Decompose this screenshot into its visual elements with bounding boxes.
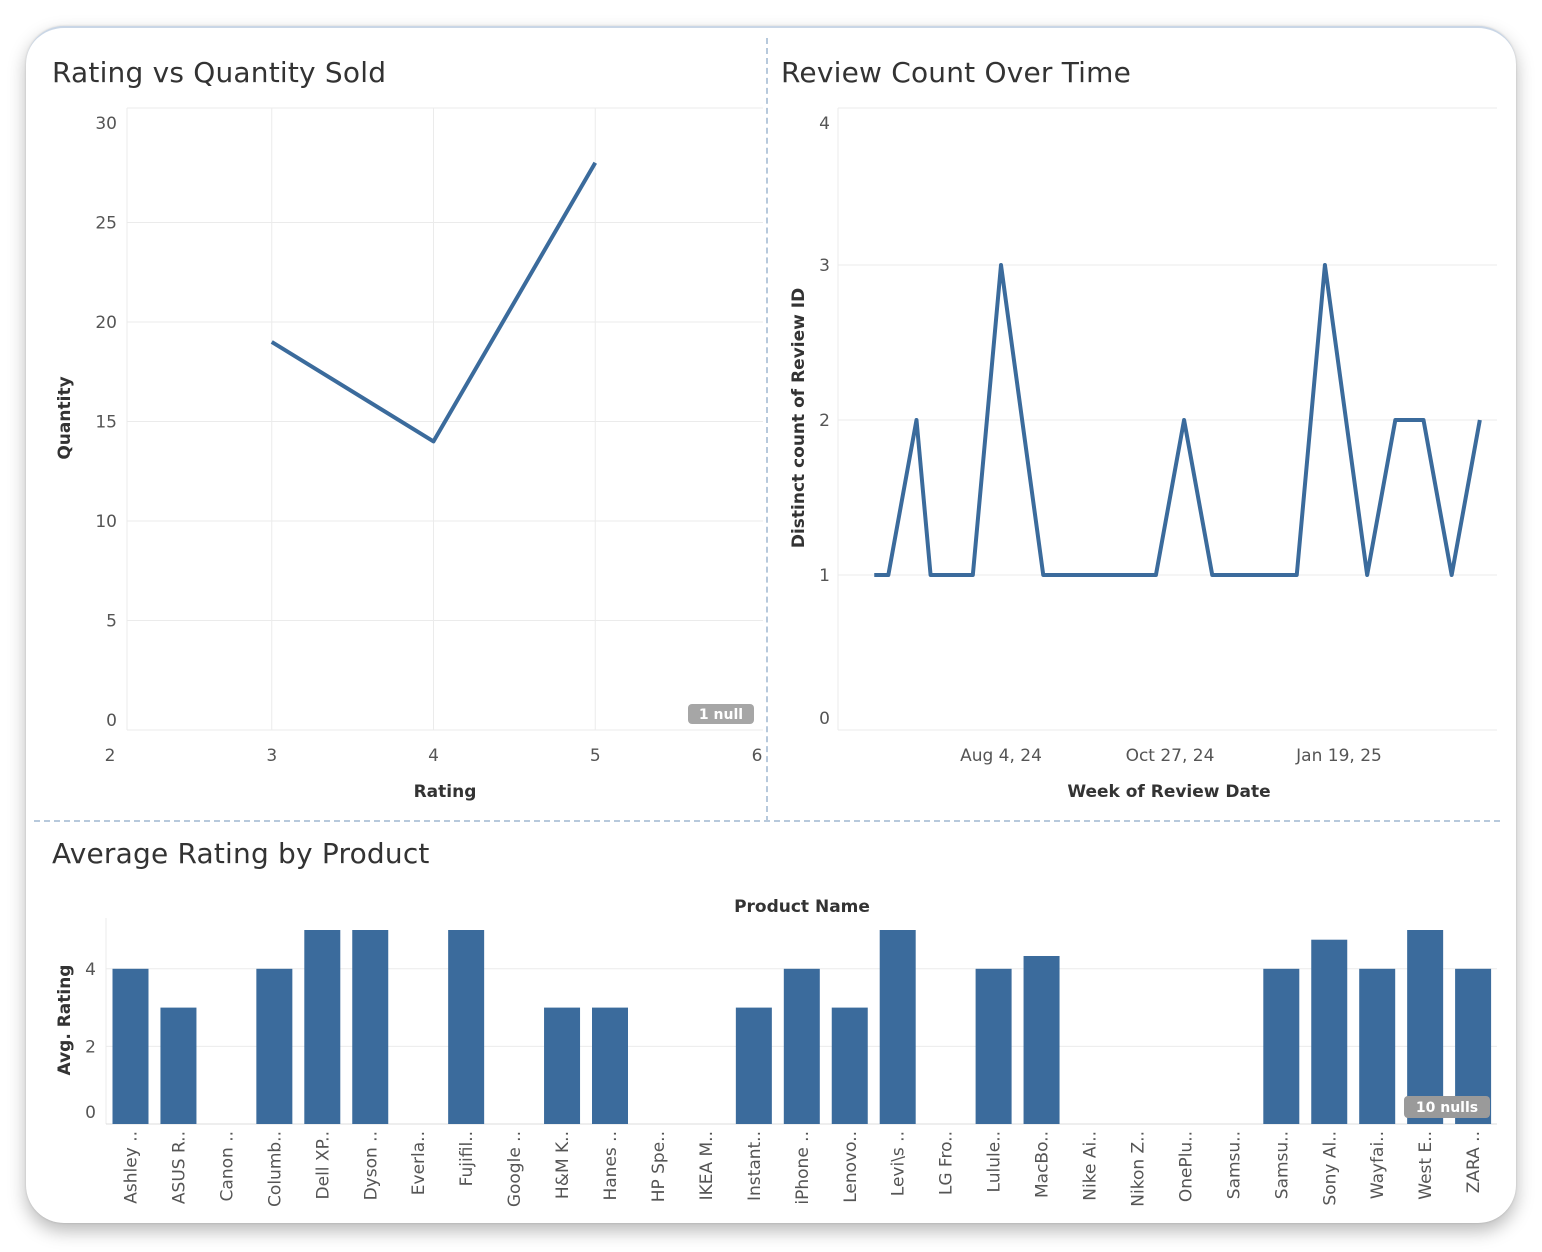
- rating-quantity-chart: 0 5 10 15 20 25 30 2 3 4 5 6 Rating Quantity 1 null: [55, 107, 763, 802]
- y-tick-label: 4: [819, 114, 830, 134]
- bar: [352, 930, 389, 1124]
- bar: [735, 1007, 772, 1124]
- category-label: Lenovo..: [841, 1131, 861, 1203]
- y-tick-label: 0: [819, 709, 830, 729]
- bar: [879, 930, 916, 1124]
- bar: [304, 930, 341, 1124]
- null-badge-text: 1 null: [699, 707, 743, 723]
- dashboard-charts-svg: 0510152025302 3 4 5 6RatingQuantity1 null 012…: [55, 107, 1497, 1207]
- x-tick-label: 5: [590, 746, 601, 766]
- category-label: H&M K..: [553, 1131, 573, 1199]
- bar: [256, 968, 293, 1124]
- category-label: Everla..: [409, 1131, 429, 1195]
- bar: [975, 968, 1012, 1124]
- x-tick-label: 2: [105, 746, 116, 766]
- category-label: Google ..: [505, 1131, 525, 1207]
- category-label: Sony Al..: [1320, 1131, 1340, 1206]
- y-tick-label: 10: [95, 512, 117, 532]
- column-header-label: Product Name: [734, 897, 870, 917]
- category-label: MacBo..: [1033, 1131, 1053, 1198]
- x-tick-label: Aug 4, 24: [960, 746, 1042, 766]
- category-label: Dyson ..: [361, 1131, 381, 1200]
- bar: [1023, 955, 1060, 1124]
- y-axis-label: Quantity: [55, 376, 75, 459]
- y-tick-label: 0: [106, 711, 117, 731]
- bar: [1359, 968, 1396, 1124]
- y-tick-label: 20: [95, 313, 117, 333]
- x-tick-label: Jan 19, 25: [1295, 746, 1382, 766]
- category-label: Fujifil..: [457, 1131, 477, 1186]
- y-tick-label: 4: [85, 960, 96, 980]
- category-label: OnePlu..: [1176, 1131, 1196, 1202]
- y-tick-label: 1: [819, 566, 830, 586]
- bar: [783, 968, 820, 1124]
- x-axis-label: Rating: [414, 782, 477, 802]
- category-label: IKEA M..: [697, 1131, 717, 1200]
- average-rating-chart: Product Name 0 2 4 Ashley .. ASUS R.. Canon ..…: [55, 897, 1497, 1207]
- y-tick-label: 5: [106, 612, 117, 632]
- bar: [160, 1007, 197, 1124]
- category-label: Nike Ai..: [1081, 1131, 1101, 1201]
- bar: [592, 1007, 628, 1124]
- bar: [544, 1007, 581, 1124]
- category-label: Samsu..: [1224, 1131, 1244, 1199]
- y-tick-label: 3: [819, 256, 830, 276]
- y-tick-label: 2: [819, 411, 830, 431]
- x-axis-label: Week of Review Date: [1067, 782, 1270, 802]
- bar: [831, 1007, 868, 1124]
- category-label: Dell XP..: [313, 1131, 333, 1199]
- category-label: Samsu..: [1272, 1131, 1292, 1199]
- category-label: ASUS R..: [169, 1131, 189, 1204]
- category-label: ZARA ..: [1464, 1131, 1484, 1193]
- x-tick-label: 3: [266, 746, 277, 766]
- x-tick-label: Oct 27, 24: [1126, 746, 1215, 766]
- category-label: West E..: [1416, 1131, 1436, 1200]
- review-count-chart: 0 1 2 3 4 Aug 4, 24 Oct 27, 24 Jan 19, 25 Week o…: [789, 107, 1497, 802]
- y-axis-label: Distinct count of Review ID: [789, 288, 809, 548]
- y-axis-label: Avg. Rating: [55, 965, 75, 1076]
- category-label: HP Spe..: [649, 1131, 669, 1202]
- bar: [448, 930, 485, 1124]
- category-label: Wayfai..: [1368, 1131, 1388, 1199]
- x-tick-label: 4: [428, 746, 439, 766]
- y-tick-label: 30: [95, 114, 117, 134]
- y-tick-label: 2: [85, 1037, 96, 1057]
- category-label: Canon ..: [217, 1131, 237, 1201]
- y-tick-label: 15: [95, 413, 117, 433]
- category-label: Nikon Z..: [1128, 1131, 1148, 1207]
- category-label: Lulule..: [985, 1131, 1005, 1192]
- bar: [1311, 939, 1348, 1124]
- category-label: Ashley ..: [122, 1131, 142, 1204]
- category-label: Columb..: [265, 1131, 285, 1207]
- null-badge-text: 10 nulls: [1416, 1100, 1478, 1116]
- y-tick-label: 25: [95, 214, 117, 234]
- bar: [112, 968, 149, 1124]
- category-label: Hanes ..: [601, 1131, 621, 1201]
- category-label: iPhone ..: [793, 1131, 813, 1205]
- bar: [1263, 968, 1300, 1124]
- category-label: Instant..: [745, 1131, 765, 1201]
- bar: [1407, 930, 1444, 1124]
- category-label: LG Fro..: [937, 1131, 957, 1195]
- y-tick-label: 0: [85, 1103, 96, 1123]
- x-tick-label: 6: [752, 746, 763, 766]
- category-label: Levi\s ..: [889, 1131, 909, 1196]
